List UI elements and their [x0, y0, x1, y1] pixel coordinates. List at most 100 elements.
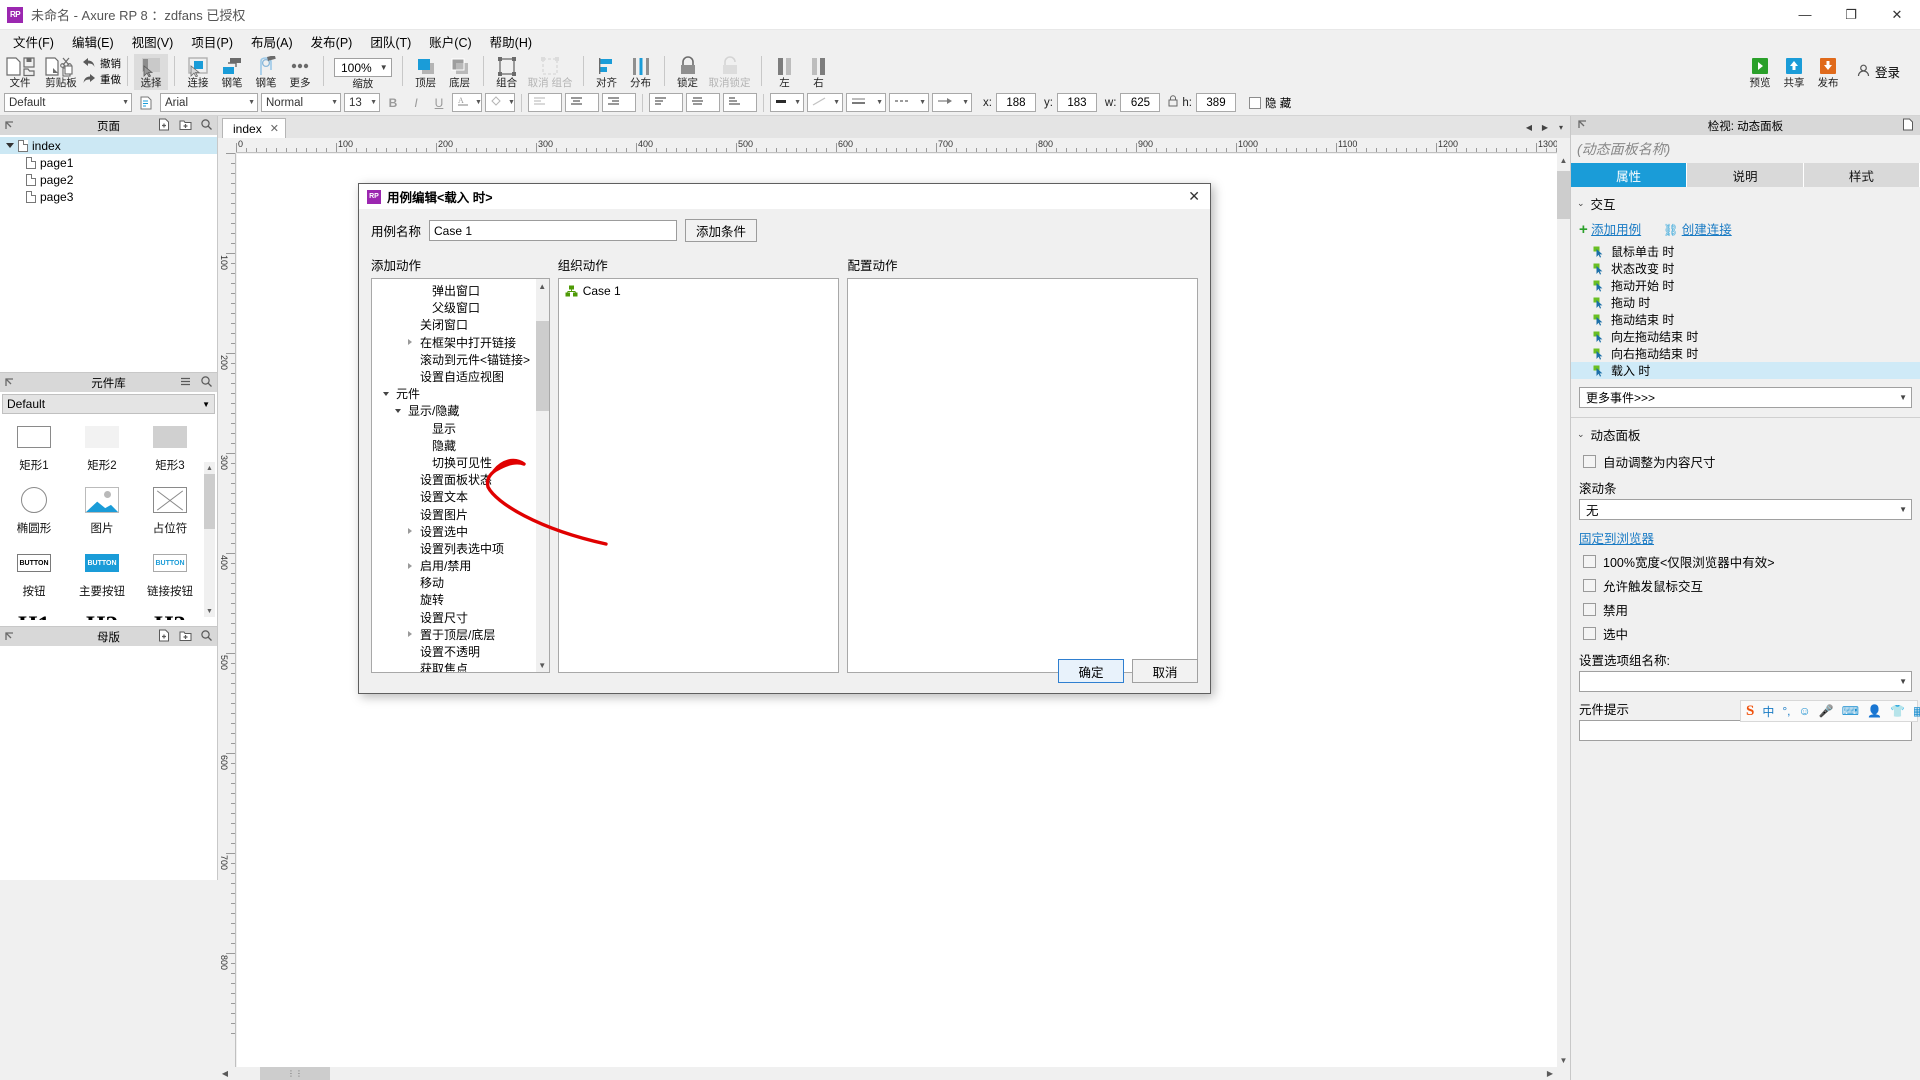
valign-bottom-button[interactable] [723, 93, 757, 112]
organized-case-item[interactable]: Case 1 [559, 279, 839, 298]
font-weight-dropdown[interactable]: Normal ▼ [261, 93, 341, 112]
tab-properties[interactable]: 属性 [1571, 163, 1688, 187]
lock-ratio-icon[interactable] [1168, 95, 1178, 110]
action-list-item[interactable]: 隐藏 [372, 437, 549, 454]
menu-project[interactable]: 项目(P) [182, 30, 242, 53]
group-button[interactable]: 组合 [490, 54, 524, 90]
clipboard-toolbar-button[interactable]: 剪贴板 [40, 54, 82, 90]
unlock-button[interactable]: 取消锁定 [705, 54, 755, 90]
event-row[interactable]: 向左拖动结束 时 [1571, 328, 1920, 345]
font-family-dropdown[interactable]: Arial ▼ [160, 93, 258, 112]
event-row[interactable]: 状态改变 时 [1571, 260, 1920, 277]
tab-notes[interactable]: 说明 [1687, 163, 1804, 187]
add-case-button[interactable]: + 添加用例 [1579, 219, 1641, 238]
expand-triangle-icon[interactable] [404, 528, 416, 535]
underline-button[interactable]: U [429, 93, 449, 113]
widget-item[interactable]: 矩形2 [68, 420, 136, 473]
widget-item[interactable]: H1 一级标题 [0, 609, 68, 621]
dialog-close-icon[interactable]: ✕ [1188, 188, 1200, 205]
horizontal-ruler[interactable]: 0 100 200 300 400 500 600 700 800 900 1000 1100 1200… [236, 138, 1557, 153]
scroll-down-icon[interactable]: ▼ [536, 658, 549, 672]
add-folder-icon[interactable] [179, 118, 192, 134]
tab-index[interactable]: index ✕ [222, 118, 286, 138]
collapse-panel-icon[interactable] [4, 377, 15, 388]
arrow-style-dropdown[interactable]: ▼ [932, 93, 972, 112]
inspector-doc-icon[interactable] [1902, 118, 1914, 134]
undo-button[interactable]: 撤销 [82, 56, 121, 71]
pin-to-browser-link[interactable]: 固定到浏览器 [1579, 532, 1654, 546]
action-list-item[interactable]: 移动 [372, 574, 549, 591]
scroll-down-icon[interactable]: ▼ [204, 605, 215, 617]
tooltip-input[interactable] [1579, 720, 1912, 741]
zoom-control[interactable]: 100% ▼ 缩放 [330, 54, 396, 90]
scroll-left-icon[interactable]: ◀ [218, 1067, 232, 1080]
action-list-item[interactable]: 设置不透明 [372, 643, 549, 660]
menu-hamburger-icon[interactable] [179, 375, 192, 391]
add-master-icon[interactable] [158, 629, 171, 645]
element-name-field[interactable]: (动态面板名称) [1571, 135, 1920, 163]
dynamic-panel-section-header[interactable]: ⌄ 动态面板 [1571, 418, 1920, 447]
tab-scroll-left-icon[interactable]: ◀ [1522, 123, 1536, 132]
tab-scroll-right-icon[interactable]: ▶ [1538, 123, 1552, 132]
x-input[interactable] [995, 93, 1036, 112]
line-width-dropdown[interactable]: ▼ [846, 93, 886, 112]
scrollbar-thumb[interactable] [535, 321, 549, 411]
menu-edit[interactable]: 编辑(E) [63, 30, 123, 53]
connect-tool-button[interactable]: 连接 [181, 54, 215, 90]
full-width-checkbox-row[interactable]: 100%宽度<仅限浏览器中有效> [1571, 547, 1920, 571]
menu-help[interactable]: 帮助(H) [481, 30, 541, 53]
font-size-dropdown[interactable]: 13 ▼ [344, 93, 380, 112]
more-tools-button[interactable]: 更多 [283, 54, 317, 90]
tab-style[interactable]: 样式 [1803, 163, 1920, 187]
valign-middle-button[interactable] [686, 93, 720, 112]
collapse-panel-icon[interactable] [4, 120, 15, 131]
align-left-button[interactable]: 左 [768, 54, 802, 90]
border-color-dropdown[interactable]: ▼ [770, 93, 804, 112]
action-list-item[interactable]: 置于顶层/底层 [372, 626, 549, 643]
emoji-icon[interactable]: ☺ [1799, 704, 1811, 718]
scrollbar-thumb[interactable]: ⋮⋮ [260, 1067, 330, 1080]
widget-item[interactable]: BUTTON 按钮 [0, 546, 68, 599]
action-list-item[interactable]: 显示 [372, 420, 549, 437]
action-list-item[interactable]: 关闭窗口 [372, 316, 549, 333]
action-list-item[interactable]: 设置选中 [372, 523, 549, 540]
action-list-item[interactable]: 启用/禁用 [372, 557, 549, 574]
pen-shape-button[interactable]: 钢笔 [249, 54, 283, 90]
action-list-item[interactable]: 设置图片 [372, 505, 549, 522]
scroll-right-icon[interactable]: ▶ [1543, 1067, 1557, 1080]
ok-button[interactable]: 确定 [1058, 659, 1124, 683]
minimize-button[interactable]: — [1782, 0, 1828, 30]
widget-style-dropdown[interactable]: Default ▼ [4, 93, 132, 112]
widget-item[interactable]: 图片 [68, 483, 136, 536]
bring-to-front-button[interactable]: 顶层 [409, 54, 443, 90]
close-button[interactable]: ✕ [1874, 0, 1920, 30]
page-item-page2[interactable]: page2 [0, 171, 217, 188]
auto-fit-checkbox-row[interactable]: 自动调整为内容尺寸 [1571, 447, 1920, 471]
ime-punctuation-icon[interactable]: °, [1782, 704, 1790, 718]
fill-color-dropdown[interactable]: ▼ [485, 93, 515, 112]
library-selector-dropdown[interactable]: Default ▼ [2, 394, 215, 414]
menu-view[interactable]: 视图(V) [123, 30, 183, 53]
disabled-checkbox-row[interactable]: 禁用 [1571, 595, 1920, 619]
publish-button[interactable]: 发布 [1811, 54, 1845, 90]
allow-mouse-checkbox-row[interactable]: 允许触发鼠标交互 [1571, 571, 1920, 595]
hide-checkbox[interactable] [1249, 96, 1261, 109]
menu-publish[interactable]: 发布(P) [302, 30, 362, 53]
library-scrollbar[interactable]: ▲ ▼ [204, 462, 215, 617]
allow-mouse-checkbox[interactable] [1583, 579, 1596, 592]
action-list-item[interactable]: 父级窗口 [372, 299, 549, 316]
preview-button[interactable]: 预览 [1743, 54, 1777, 90]
bold-button[interactable]: B [383, 93, 403, 113]
auto-fit-checkbox[interactable] [1583, 455, 1596, 468]
group-name-dropdown[interactable]: ▼ [1579, 671, 1912, 692]
widget-item[interactable]: H2 二级标题 [68, 609, 136, 621]
line-dash-dropdown[interactable]: ▼ [889, 93, 929, 112]
action-list-item[interactable]: 设置自适应视图 [372, 368, 549, 385]
text-align-left-button[interactable] [528, 93, 562, 112]
search-icon[interactable] [200, 375, 213, 391]
add-condition-button[interactable]: 添加条件 [685, 219, 758, 242]
action-list-item[interactable]: 切换可见性 [372, 454, 549, 471]
create-link-button[interactable]: ⛓ 创建连接 [1663, 219, 1732, 238]
text-align-center-button[interactable] [565, 93, 599, 112]
text-align-right-button[interactable] [602, 93, 636, 112]
